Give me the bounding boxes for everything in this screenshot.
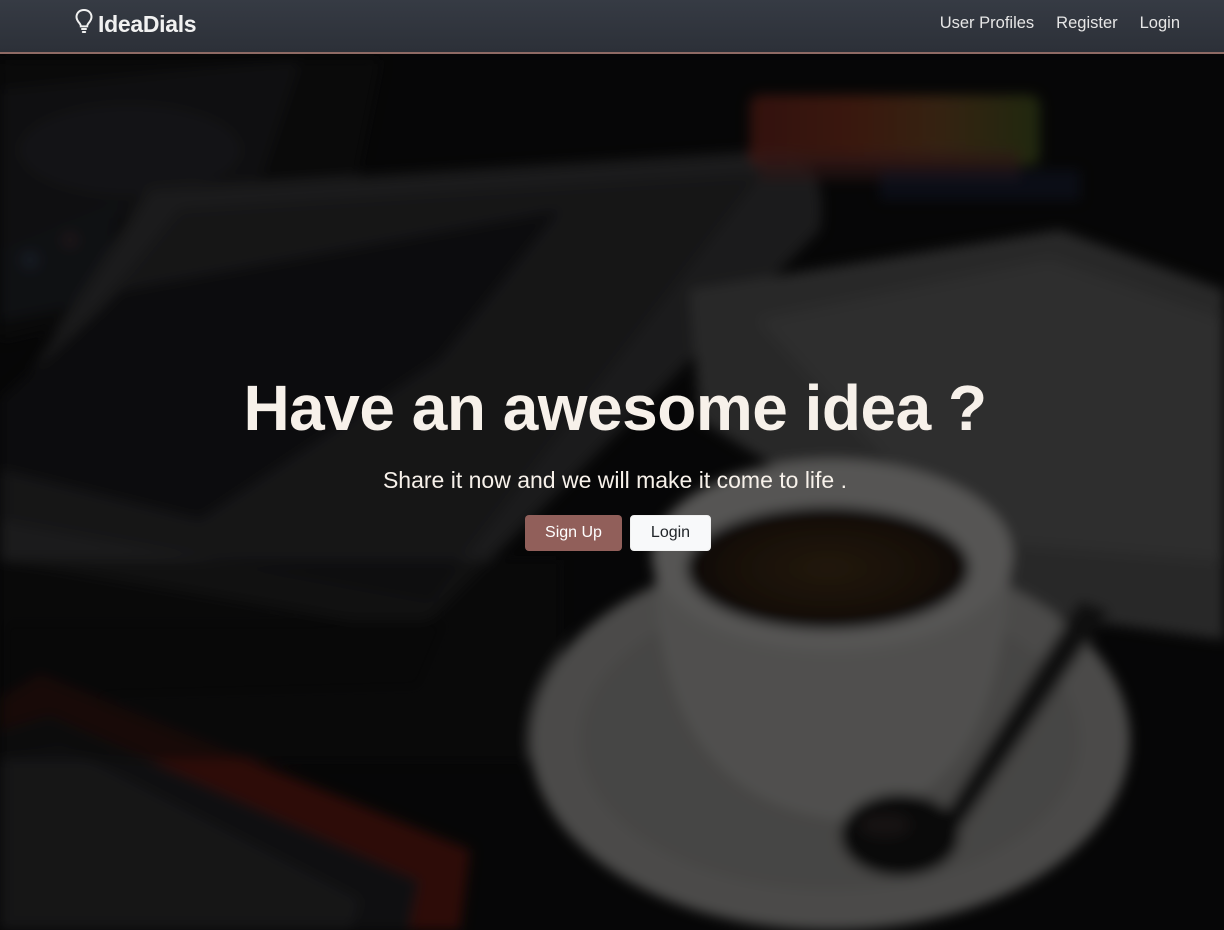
nav-link-register[interactable]: Register [1056,12,1117,34]
nav-link-user-profiles[interactable]: User Profiles [940,12,1034,34]
brand-logo-link[interactable]: IdeaDials [74,8,197,40]
top-navbar: IdeaDials User Profiles Register Login [0,0,1224,54]
sign-up-button[interactable]: Sign Up [525,515,622,551]
nav-links: User Profiles Register Login [940,12,1180,34]
landing-page: IdeaDials User Profiles Register Login H… [0,0,1224,930]
hero-subtitle: Share it now and we will make it come to… [382,467,848,493]
brand-name: IdeaDials [98,10,197,37]
lightbulb-icon [74,8,94,40]
hero-section: Have an awesome idea ? Share it now and … [0,370,1224,551]
nav-link-login[interactable]: Login [1140,12,1180,34]
login-button[interactable]: Login [630,515,711,551]
hero-buttons: Sign Up Login [12,515,1224,551]
hero-title: Have an awesome idea ? [243,372,987,444]
